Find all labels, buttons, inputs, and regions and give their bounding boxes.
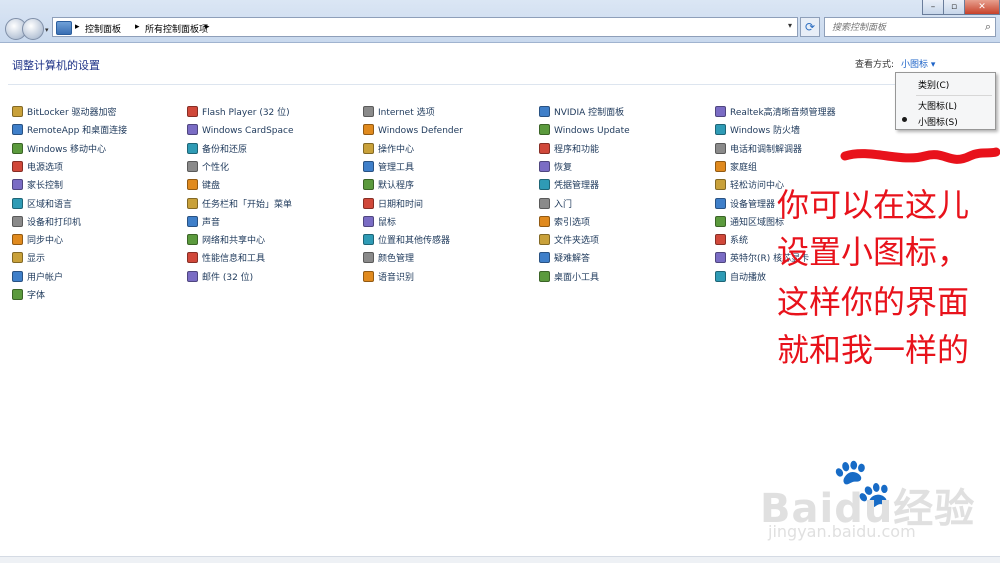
watermark-url: jingyan.baidu.com: [768, 522, 916, 541]
annotation-line-1: 你可以在这儿: [777, 186, 970, 224]
annotation-line-4: 就和我一样的: [777, 331, 970, 369]
baidu-watermark: 🐾 Baidu经验 jingyan.baidu.com: [760, 455, 1000, 552]
annotation-line-2: 设置小图标，: [777, 233, 970, 271]
annotation-line-3: 这样你的界面: [777, 283, 970, 321]
